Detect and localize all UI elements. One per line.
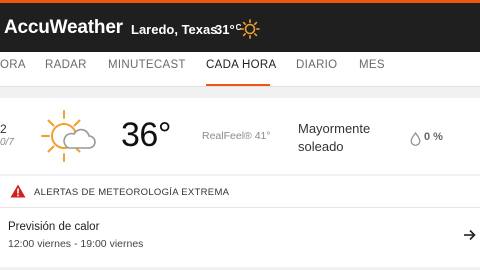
date-day: 2 <box>0 122 7 136</box>
tab-ahora[interactable]: ORA <box>0 59 26 71</box>
current-temp-small[interactable]: 31°C <box>215 22 241 37</box>
tab-radar[interactable]: RADAR <box>45 59 87 71</box>
nav-tabs: ORA RADAR MINUTECAST CADA HORA DIARIO ME… <box>0 52 480 87</box>
warning-icon <box>10 184 26 203</box>
sun-icon <box>240 19 260 44</box>
active-tab-indicator <box>206 84 270 86</box>
top-bar: AccuWeather Laredo, Texas 31°C <box>0 3 480 52</box>
current-conditions-card[interactable]: 2 0/7 36° RealFeel® 41° Mayormente solea… <box>0 98 480 174</box>
current-temperature: 36° <box>121 116 171 154</box>
alerts-header: ALERTAS DE METEOROLOGÍA EXTREMA <box>0 176 480 208</box>
realfeel-value: 41° <box>254 130 271 142</box>
alert-name: Previsión de calor <box>8 221 100 233</box>
condition-text: Mayormente soleado <box>298 121 371 154</box>
location-name[interactable]: Laredo, Texas <box>131 22 217 37</box>
realfeel: RealFeel® 41° <box>202 130 271 142</box>
brand-logo[interactable]: AccuWeather <box>4 17 123 39</box>
alert-time: 12:00 viernes - 19:00 viernes <box>8 238 144 250</box>
alerts-title: ALERTAS DE METEOROLOGÍA EXTREMA <box>34 187 230 198</box>
date-value: 0/7 <box>0 137 14 148</box>
severe-alerts-card: ALERTAS DE METEOROLOGÍA EXTREMA Previsió… <box>0 176 480 267</box>
realfeel-label: RealFeel® <box>202 130 252 142</box>
precip-probability: 0 % <box>424 131 443 143</box>
current-temp-value: 31° <box>215 22 235 37</box>
raindrop-icon <box>410 132 421 151</box>
arrow-right-icon[interactable] <box>463 228 476 246</box>
tab-mes[interactable]: MES <box>359 59 385 71</box>
partly-sunny-icon <box>36 108 98 169</box>
tab-cada-hora[interactable]: CADA HORA <box>206 59 276 71</box>
tab-minutecast[interactable]: MINUTECAST <box>108 59 186 71</box>
alert-item[interactable]: Previsión de calor 12:00 viernes - 19:00… <box>0 208 480 267</box>
tab-diario[interactable]: DIARIO <box>296 59 337 71</box>
